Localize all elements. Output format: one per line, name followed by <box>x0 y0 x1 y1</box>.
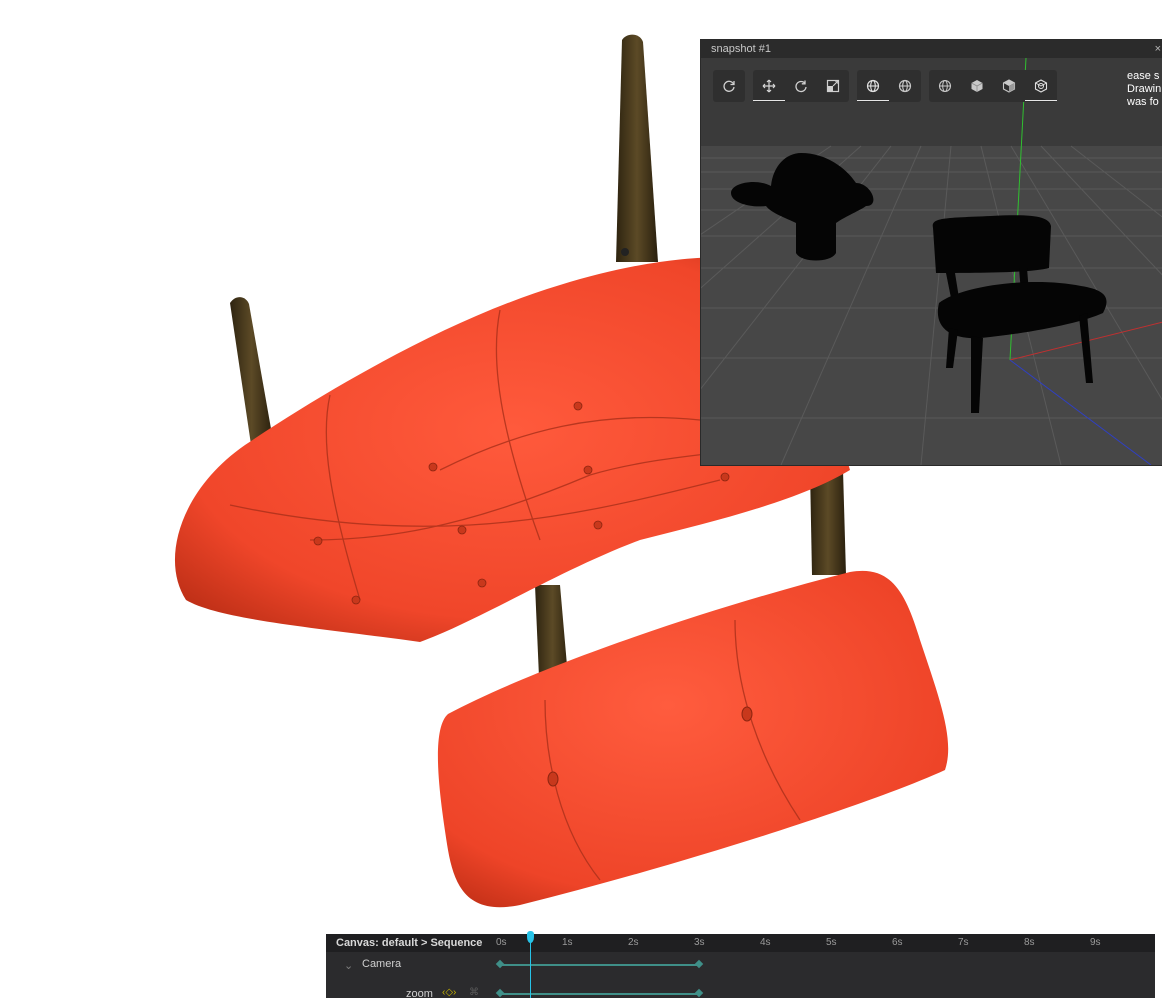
textured-cube-icon[interactable] <box>1025 70 1057 102</box>
rotate-icon[interactable] <box>785 70 817 102</box>
keyframe-nav-icon[interactable]: ‹◇› <box>442 987 456 998</box>
toolbar-group-shading <box>929 70 1057 102</box>
scale-icon[interactable] <box>817 70 849 102</box>
time-tick: 8s <box>1024 937 1035 948</box>
snapshot-titlebar[interactable]: snapshot #1 × <box>701 40 1162 58</box>
playhead-line[interactable] <box>530 938 531 998</box>
refresh-icon[interactable] <box>713 70 745 102</box>
track-label-zoom[interactable]: zoom <box>406 988 433 998</box>
toolbar-group-transform <box>753 70 849 102</box>
side-note-line: was fo <box>1127 96 1159 108</box>
keyframe[interactable] <box>495 959 505 969</box>
close-icon[interactable]: × <box>1155 40 1161 58</box>
snapshot-window[interactable]: snapshot #1 × ease s Drawin was fo <box>701 40 1162 465</box>
side-note-line: ease s <box>1127 70 1160 82</box>
snapshot-3d-scene[interactable] <box>701 58 1162 465</box>
playhead-handle[interactable] <box>527 931 534 943</box>
breadcrumb[interactable]: Canvas: default > Sequence <box>336 937 482 949</box>
solid-cube-icon[interactable] <box>961 70 993 102</box>
seat-cushion <box>437 570 949 908</box>
toolbar-group-refresh <box>713 70 745 102</box>
keyframe[interactable] <box>694 988 704 998</box>
time-tick: 4s <box>760 937 771 948</box>
side-note-text: ease s Drawin was fo <box>1127 70 1162 109</box>
track-label-camera[interactable]: Camera <box>362 958 401 970</box>
timeline-header: Canvas: default > Sequence 0s 1s 2s 3s 4… <box>326 934 1155 952</box>
time-tick: 1s <box>562 937 573 948</box>
time-tick: 3s <box>694 937 705 948</box>
time-tick: 2s <box>628 937 639 948</box>
time-tick: 0s <box>496 937 507 948</box>
keyframe[interactable] <box>694 959 704 969</box>
time-tick: 5s <box>826 937 837 948</box>
time-tick: 7s <box>958 937 969 948</box>
wireframe-sphere-icon[interactable] <box>929 70 961 102</box>
keyframe[interactable] <box>495 988 505 998</box>
timeline-panel[interactable]: Canvas: default > Sequence 0s 1s 2s 3s 4… <box>326 931 1155 998</box>
chair-leg-back-right <box>616 34 658 262</box>
time-tick: 9s <box>1090 937 1101 948</box>
move-icon[interactable] <box>753 70 785 102</box>
globe-icon[interactable] <box>857 70 889 102</box>
side-note-line: Drawin <box>1127 83 1162 95</box>
toolbar-group-space <box>857 70 921 102</box>
time-tick: 6s <box>892 937 903 948</box>
snapshot-title: snapshot #1 <box>711 43 771 55</box>
chevron-down-icon[interactable]: ⌄ <box>344 959 353 972</box>
graph-icon[interactable]: ⌘ <box>469 987 479 998</box>
globe-alt-icon[interactable] <box>889 70 921 102</box>
shaded-cube-icon[interactable] <box>993 70 1025 102</box>
app-stage: snapshot #1 × ease s Drawin was fo Canva… <box>0 0 1162 998</box>
